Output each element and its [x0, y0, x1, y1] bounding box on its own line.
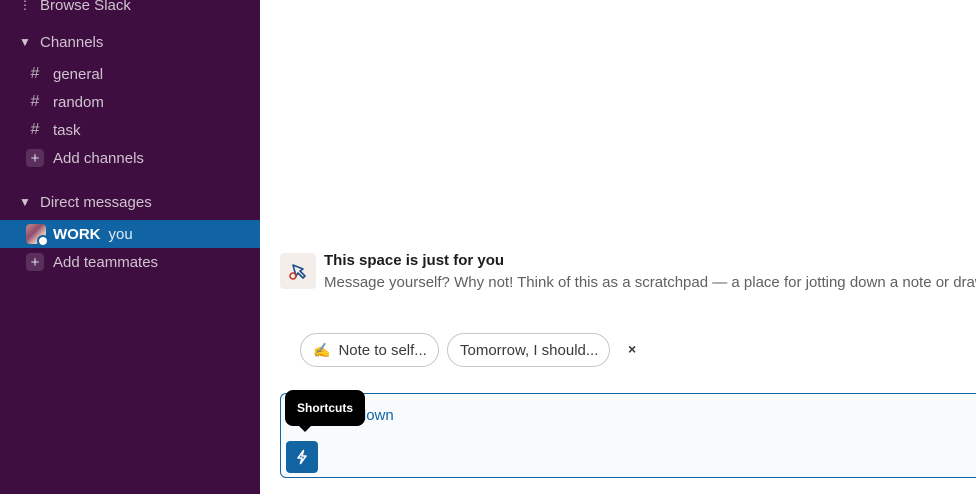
add-channels-label: Add channels	[53, 149, 144, 167]
scratchpad-icon	[280, 253, 316, 289]
suggestion-label: Tomorrow, I should...	[460, 341, 599, 359]
writing-hand-icon: ✍️	[313, 341, 331, 358]
hash-icon: #	[30, 121, 40, 138]
close-icon[interactable]: ×	[628, 341, 636, 357]
suggestion-chip-tomorrow[interactable]: Tomorrow, I should...	[447, 333, 610, 367]
hash-icon: #	[30, 65, 40, 82]
hash-icon: #	[30, 93, 40, 110]
sidebar-item-label: Browse Slack	[40, 0, 131, 14]
presence-indicator-icon	[37, 235, 49, 247]
caret-down-icon[interactable]: ▼	[16, 35, 34, 49]
dm-user-name: WORK	[53, 225, 101, 243]
suggestion-chip-note-to-self[interactable]: ✍️ Note to self...	[300, 333, 439, 367]
plus-icon: +	[26, 253, 44, 271]
sidebar-item-channel-general[interactable]: # general	[0, 60, 260, 88]
message-pane: This space is just for you Message yours…	[260, 0, 976, 494]
channels-section-header[interactable]: ▼ Channels	[0, 28, 260, 56]
section-header-label: Channels	[40, 33, 104, 51]
dm-self-suffix: you	[108, 225, 133, 243]
intro-description: Message yourself? Why not! Think of this…	[324, 274, 976, 291]
add-teammates-button[interactable]: + Add teammates	[0, 248, 260, 276]
sidebar-item-channel-random[interactable]: # random	[0, 88, 260, 116]
intro-title: This space is just for you	[324, 252, 505, 269]
sidebar-item-browse-slack[interactable]: ⋮ Browse Slack	[0, 0, 260, 19]
lightning-icon	[297, 449, 307, 465]
add-teammates-label: Add teammates	[53, 253, 159, 271]
channel-name: random	[53, 93, 104, 111]
avatar	[26, 224, 49, 247]
sidebar: ⋮ Browse Slack ▼ Channels # general # ra…	[0, 0, 260, 494]
direct-messages-section-header[interactable]: ▼ Direct messages	[0, 188, 260, 216]
shortcuts-button[interactable]	[286, 441, 318, 473]
caret-down-icon[interactable]: ▼	[16, 195, 34, 209]
add-channels-button[interactable]: + Add channels	[0, 144, 260, 172]
channel-name: general	[53, 65, 104, 83]
sidebar-item-dm-self[interactable]: WORK you	[0, 220, 260, 248]
sidebar-item-channel-task[interactable]: # task	[0, 116, 260, 144]
plus-icon: +	[26, 149, 44, 167]
message-composer[interactable]: ng down	[280, 393, 976, 478]
channel-name: task	[53, 121, 81, 139]
suggestion-label: Note to self...	[338, 341, 427, 359]
shortcuts-tooltip: Shortcuts	[285, 390, 366, 432]
section-header-label: Direct messages	[40, 193, 152, 211]
more-vertical-icon: ⋮	[19, 0, 31, 12]
